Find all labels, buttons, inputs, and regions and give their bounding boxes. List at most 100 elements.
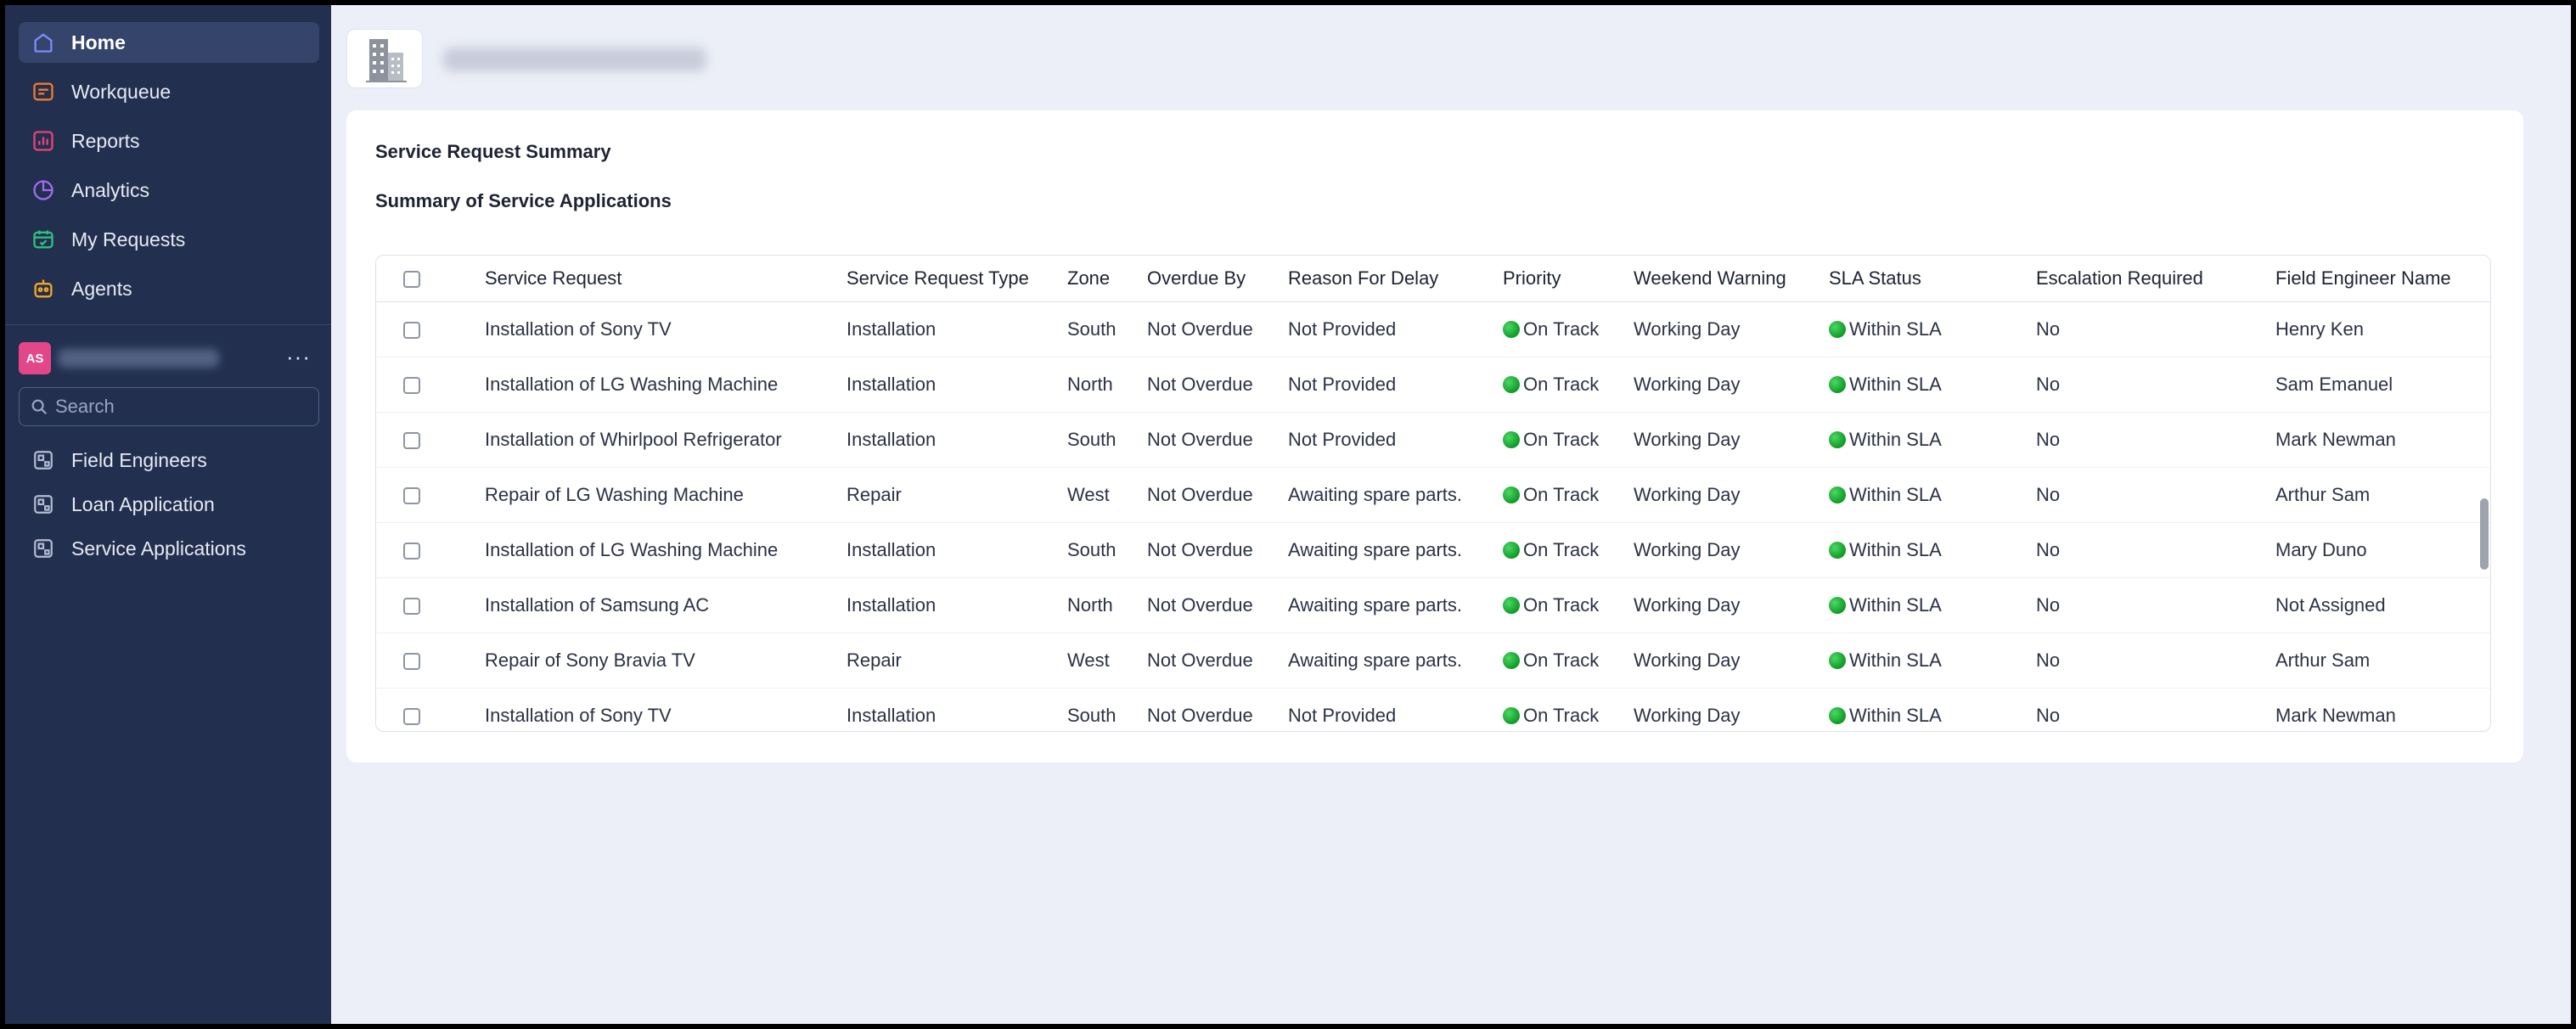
app-item-field-engineers[interactable]: Field Engineers (19, 441, 319, 479)
table-cell: On Track (1503, 688, 1634, 731)
column-header[interactable]: Escalation Required (2036, 256, 2275, 302)
row-checkbox[interactable] (403, 597, 420, 615)
table-cell: On Track (1503, 577, 1634, 633)
organization-logo (346, 29, 423, 88)
cell-text: Installation (846, 538, 936, 560)
nav-item-workqueue[interactable]: Workqueue (19, 71, 319, 112)
column-header[interactable]: Weekend Warning (1634, 256, 1829, 302)
table-scrollbar[interactable] (2478, 301, 2490, 731)
column-header[interactable]: Priority (1503, 256, 1634, 302)
table-row[interactable]: Repair of LG Washing Machine Repair West No… (376, 467, 2490, 522)
status-dot-icon (1503, 486, 1520, 503)
search-input[interactable] (55, 396, 301, 418)
nav-item-agents[interactable]: Agents (19, 268, 319, 309)
row-checkbox[interactable] (403, 431, 420, 449)
table-cell: Within SLA (1829, 577, 2036, 633)
app-item-loan-application[interactable]: Loan Application (19, 486, 319, 523)
building-icon (366, 39, 407, 82)
table-cell: Within SLA (1829, 357, 2036, 412)
cell-text: South (1067, 704, 1116, 726)
table-cell: Within SLA (1829, 467, 2036, 522)
table-cell: Mary Duno (2275, 522, 2490, 577)
table-cell: On Track (1503, 522, 1634, 577)
nav-label: Home (71, 31, 126, 53)
cell-text: On Track (1523, 593, 1600, 616)
table-cell: Within SLA (1829, 412, 2036, 467)
column-header[interactable]: Service Request Type (846, 256, 1067, 302)
table-row[interactable]: Installation of Sony TV Installation South… (376, 688, 2490, 731)
table-cell: Not Overdue (1147, 301, 1288, 357)
table-cell: Sam Emanuel (2275, 357, 2490, 412)
cell-text: Within SLA (1849, 483, 1942, 505)
status-dot-icon (1503, 541, 1520, 559)
app-icon (31, 447, 56, 473)
cell-text: Within SLA (1849, 704, 1942, 726)
table-cell: Within SLA (1829, 301, 2036, 357)
cell-text: Within SLA (1849, 649, 1942, 671)
table-row[interactable]: Installation of Whirlpool Refrigerator In… (376, 412, 2490, 467)
cell-text: On Track (1523, 649, 1600, 671)
app-window: Home Workqueue Reports Analytics My Requ… (5, 5, 2571, 1024)
nav-label: Analytics (71, 178, 150, 201)
scrollbar-thumb[interactable] (2480, 498, 2489, 570)
nav-item-home[interactable]: Home (19, 22, 319, 63)
cell-text: Repair (846, 483, 902, 505)
row-checkbox[interactable] (403, 376, 420, 394)
cell-text: Installation (846, 428, 936, 450)
more-options-icon[interactable]: ··· (286, 345, 311, 368)
table-cell: No (2036, 301, 2275, 357)
cell-text: North (1067, 373, 1113, 395)
cell-text: Within SLA (1849, 428, 1942, 450)
app-icon (31, 492, 56, 517)
nav-item-my-requests[interactable]: My Requests (19, 219, 319, 260)
column-header[interactable]: SLA Status (1829, 256, 2036, 302)
column-header[interactable]: Zone (1067, 256, 1147, 302)
table-cell: On Track (1503, 412, 1634, 467)
cell-text: Sam Emanuel (2275, 373, 2393, 395)
cell-text: On Track (1523, 538, 1600, 560)
table-row[interactable]: Installation of LG Washing Machine Instal… (376, 357, 2490, 412)
workspace-row[interactable]: AS ··· (19, 341, 319, 375)
cell-text: Within SLA (1849, 318, 1942, 340)
app-item-service-applications[interactable]: Service Applications (19, 530, 319, 567)
row-checkbox[interactable] (403, 486, 420, 504)
cell-text: Within SLA (1849, 593, 1942, 616)
search-box[interactable] (19, 387, 319, 426)
column-header[interactable]: Overdue By (1147, 256, 1288, 302)
status-dot-icon (1503, 375, 1520, 393)
table-cell: Working Day (1634, 633, 1829, 688)
row-checkbox[interactable] (403, 652, 420, 670)
cell-text: Not Assigned (2275, 593, 2386, 616)
status-dot-icon (1829, 430, 1846, 448)
table-cell: South (1067, 522, 1147, 577)
column-header[interactable]: Service Request (485, 256, 846, 302)
select-all-checkbox[interactable] (403, 270, 420, 288)
cell-text: Not Provided (1288, 318, 1397, 340)
table-row[interactable]: Installation of Samsung AC Installation No… (376, 577, 2490, 633)
row-checkbox[interactable] (403, 321, 420, 339)
table-row[interactable]: Installation of LG Washing Machine Instal… (376, 522, 2490, 577)
cell-text: Not Overdue (1147, 373, 1253, 395)
cell-text: Installation of Sony TV (485, 318, 672, 340)
table-cell: Awaiting spare parts. (1288, 577, 1503, 633)
row-select-cell (376, 412, 485, 467)
report-title: Summary of Service Applications (375, 190, 672, 211)
nav-item-reports[interactable]: Reports (19, 121, 319, 161)
row-checkbox[interactable] (403, 542, 420, 559)
table-cell: Not Overdue (1147, 467, 1288, 522)
cell-text: Installation of LG Washing Machine (485, 373, 779, 395)
cell-text: Awaiting spare parts. (1288, 538, 1463, 560)
cell-text: Not Overdue (1147, 649, 1253, 671)
column-header[interactable]: Reason For Delay (1288, 256, 1503, 302)
nav-item-analytics[interactable]: Analytics (19, 170, 319, 211)
table-row[interactable]: Installation of Sony TV Installation South… (376, 301, 2490, 357)
table-cell: Within SLA (1829, 522, 2036, 577)
table-row[interactable]: Repair of Sony Bravia TV Repair West Not Ov… (376, 633, 2490, 688)
cell-text: Working Day (1634, 704, 1741, 726)
row-checkbox[interactable] (403, 707, 420, 725)
table-cell: Repair (846, 467, 1067, 522)
table-cell: Not Overdue (1147, 412, 1288, 467)
column-header[interactable]: Field Engineer Name (2275, 256, 2490, 302)
cell-text: No (2036, 428, 2061, 450)
cell-text: South (1067, 318, 1116, 340)
